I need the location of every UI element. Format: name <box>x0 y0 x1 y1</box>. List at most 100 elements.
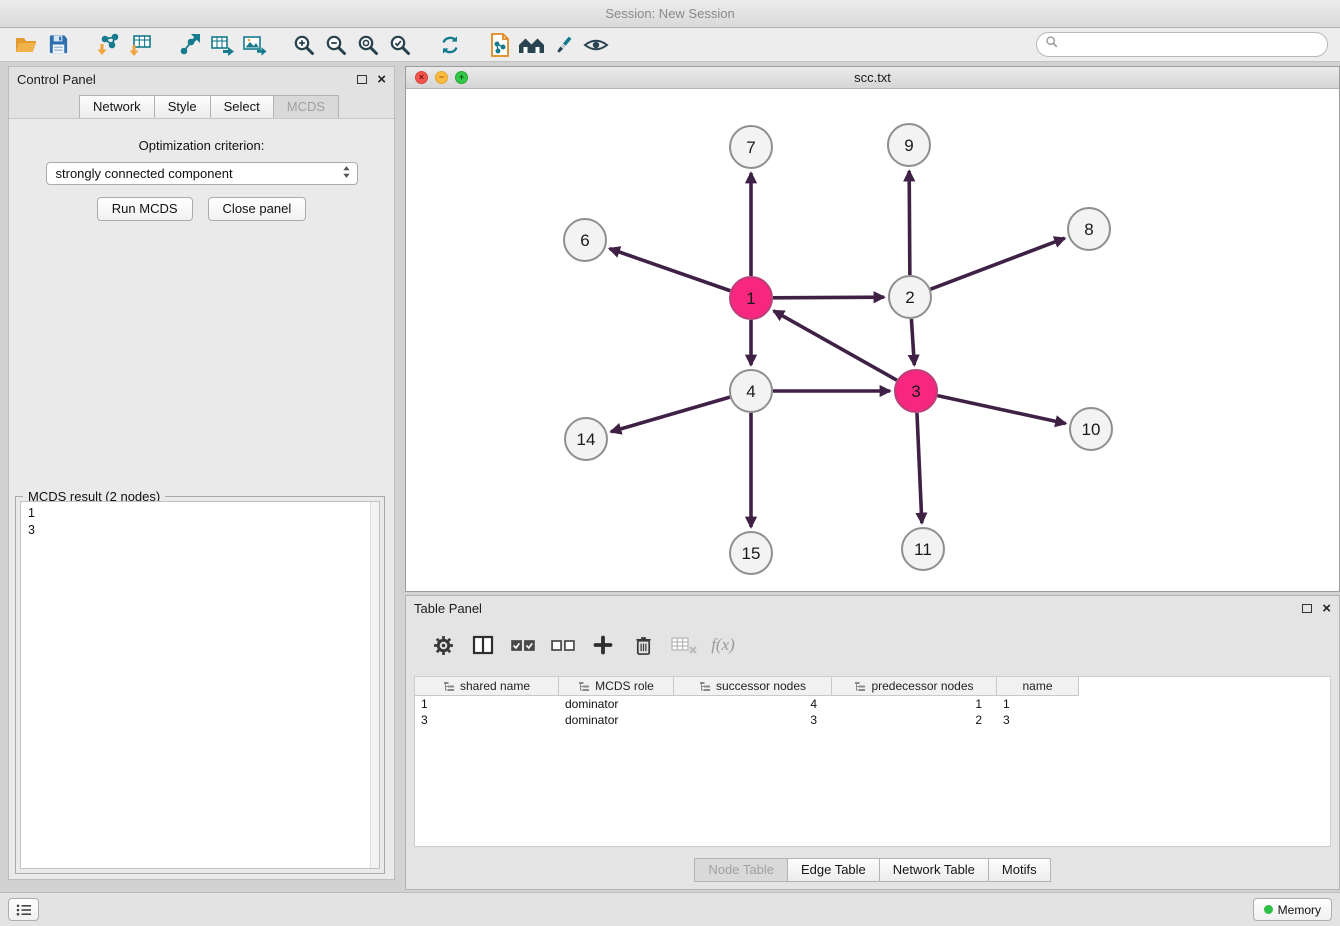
cell-mcds-role[interactable]: dominator <box>559 712 674 728</box>
float-panel-icon[interactable] <box>357 75 367 84</box>
window-titlebar: Session: New Session <box>0 0 1340 28</box>
table-panel-title: Table Panel <box>414 601 482 616</box>
column-tree-icon <box>854 681 866 692</box>
result-scrollbar[interactable] <box>370 502 379 868</box>
export-image-icon[interactable] <box>238 30 270 60</box>
tab-edge-table[interactable]: Edge Table <box>787 858 879 882</box>
column-header-mcds-role[interactable]: MCDS role <box>559 677 674 696</box>
graph-node-8[interactable]: 8 <box>1068 208 1110 250</box>
graph-edge-2-8[interactable] <box>931 238 1065 289</box>
delete-table-icon <box>666 629 700 661</box>
graph-node-label: 1 <box>746 289 755 308</box>
export-table-icon[interactable] <box>206 30 238 60</box>
import-table-icon[interactable] <box>124 30 156 60</box>
tab-motifs[interactable]: Motifs <box>988 858 1051 882</box>
column-settings-gear-icon[interactable] <box>426 629 460 661</box>
graph-node-9[interactable]: 9 <box>888 124 930 166</box>
graph-node-1[interactable]: 1 <box>730 277 772 319</box>
graph-node-10[interactable]: 10 <box>1070 408 1112 450</box>
graph-edge-2-3[interactable] <box>911 319 914 365</box>
graph-node-15[interactable]: 15 <box>730 532 772 574</box>
graph-node-4[interactable]: 4 <box>730 370 772 412</box>
close-window-icon[interactable]: × <box>415 71 428 84</box>
zoom-selected-icon[interactable] <box>384 30 416 60</box>
task-history-button[interactable] <box>8 898 39 921</box>
split-columns-icon[interactable] <box>466 629 500 661</box>
show-graphics-eye-icon[interactable] <box>580 30 612 60</box>
graph-node-2[interactable]: 2 <box>889 276 931 318</box>
column-header-shared-name[interactable]: shared name <box>415 677 559 696</box>
optimization-criterion-dropdown[interactable]: strongly connected component <box>46 162 358 185</box>
cell-name[interactable]: 3 <box>997 712 1079 728</box>
search-field[interactable] <box>1036 32 1328 57</box>
close-panel-icon[interactable]: × <box>377 72 386 87</box>
open-session-icon[interactable] <box>10 30 42 60</box>
save-session-icon[interactable] <box>42 30 74 60</box>
graph-node-11[interactable]: 11 <box>902 528 944 570</box>
cell-shared-name[interactable]: 3 <box>415 712 559 728</box>
cell-predecessor-nodes[interactable]: 1 <box>832 696 997 712</box>
column-header-name[interactable]: name <box>997 677 1079 696</box>
graph-node-label: 3 <box>911 382 920 401</box>
first-neighbors-icon[interactable] <box>516 30 548 60</box>
tab-network[interactable]: Network <box>79 95 154 119</box>
cell-successor-nodes[interactable]: 4 <box>674 696 832 712</box>
column-label: name <box>1022 679 1052 693</box>
column-tree-icon <box>443 681 455 692</box>
zoom-in-icon[interactable] <box>288 30 320 60</box>
column-tree-icon <box>699 681 711 692</box>
table-row[interactable]: 1 dominator 4 1 1 <box>415 696 1330 712</box>
cell-name[interactable]: 1 <box>997 696 1079 712</box>
cell-predecessor-nodes[interactable]: 2 <box>832 712 997 728</box>
zoom-out-icon[interactable] <box>320 30 352 60</box>
graph-edge-3-10[interactable] <box>937 396 1065 424</box>
column-label: MCDS role <box>595 679 654 693</box>
column-header-predecessor-nodes[interactable]: predecessor nodes <box>832 677 997 696</box>
tab-network-table[interactable]: Network Table <box>879 858 988 882</box>
application-window: Session: New Session <box>0 0 1340 926</box>
graph-node-6[interactable]: 6 <box>564 219 606 261</box>
network-canvas[interactable]: 1 2 3 4 6 7 8 9 10 11 14 15 <box>406 89 1339 591</box>
cell-mcds-role[interactable]: dominator <box>559 696 674 712</box>
graph-node-7[interactable]: 7 <box>730 126 772 168</box>
import-network-icon[interactable] <box>92 30 124 60</box>
memory-button[interactable]: Memory <box>1253 898 1332 921</box>
graph-edge-1-2[interactable] <box>773 297 884 298</box>
control-panel-tabs: Network Style Select MCDS <box>9 95 394 119</box>
tab-mcds[interactable]: MCDS <box>273 95 339 119</box>
unselect-all-columns-icon[interactable] <box>546 629 580 661</box>
zoom-fit-icon[interactable] <box>352 30 384 60</box>
minimize-window-icon[interactable]: − <box>435 71 448 84</box>
close-panel-button[interactable]: Close panel <box>208 197 307 221</box>
graph-node-label: 11 <box>914 540 932 559</box>
cell-successor-nodes[interactable]: 3 <box>674 712 832 728</box>
export-network-icon[interactable] <box>174 30 206 60</box>
graph-edge-4-14[interactable] <box>611 397 730 432</box>
delete-column-trash-icon[interactable] <box>626 629 660 661</box>
graph-edge-1-6[interactable] <box>610 249 731 291</box>
maximize-window-icon[interactable]: + <box>455 71 468 84</box>
graph-node-3[interactable]: 3 <box>895 370 937 412</box>
tab-node-table[interactable]: Node Table <box>694 858 787 882</box>
dropdown-selected-value: strongly connected component <box>56 166 342 181</box>
table-close-panel-icon[interactable]: × <box>1322 601 1331 616</box>
refresh-view-icon[interactable] <box>434 30 466 60</box>
network-overview-icon[interactable] <box>484 30 516 60</box>
tab-style[interactable]: Style <box>154 95 210 119</box>
graph-edge-3-1[interactable] <box>774 311 897 380</box>
apply-style-icon[interactable] <box>548 30 580 60</box>
graph-edge-2-9[interactable] <box>909 171 910 275</box>
table-float-panel-icon[interactable] <box>1302 604 1312 613</box>
run-mcds-button[interactable]: Run MCDS <box>97 197 193 221</box>
search-input[interactable] <box>1064 38 1319 52</box>
graph-node-14[interactable]: 14 <box>565 418 607 460</box>
graph-edge-3-11[interactable] <box>917 413 922 523</box>
table-row[interactable]: 3 dominator 3 2 3 <box>415 712 1330 728</box>
add-column-plus-icon[interactable] <box>586 629 620 661</box>
select-all-columns-icon[interactable] <box>506 629 540 661</box>
tab-select[interactable]: Select <box>210 95 273 119</box>
column-header-successor-nodes[interactable]: successor nodes <box>674 677 832 696</box>
network-graph[interactable]: 1 2 3 4 6 7 8 9 10 11 14 15 <box>406 89 1339 592</box>
cell-shared-name[interactable]: 1 <box>415 696 559 712</box>
function-builder-icon[interactable]: f(x) <box>706 629 740 661</box>
